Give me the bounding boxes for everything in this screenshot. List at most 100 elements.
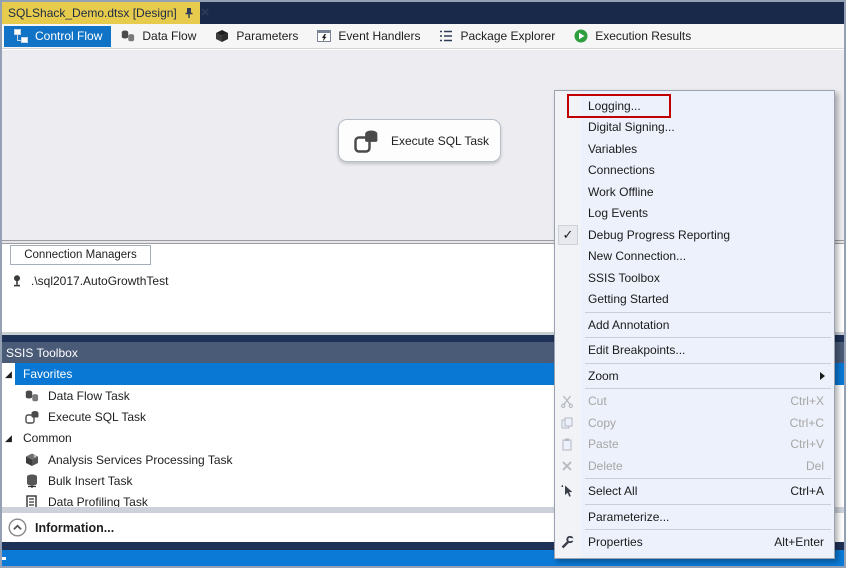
menu-item-log-events[interactable]: Log Events <box>555 203 834 225</box>
menu-item-shortcut: Ctrl+V <box>790 437 824 451</box>
menu-item-shortcut: Ctrl+X <box>790 394 824 408</box>
menu-item-label: Edit Breakpoints... <box>588 343 824 357</box>
expander-icon[interactable]: ◢ <box>5 434 18 443</box>
tab-event-handlers[interactable]: Event Handlers <box>307 26 429 47</box>
checkmark-icon: ✓ <box>558 225 578 245</box>
menu-item-select-all[interactable]: Select All Ctrl+A <box>555 481 834 503</box>
tab-label: Data Flow <box>142 29 196 43</box>
menu-item-label: Getting Started <box>588 292 824 306</box>
delete-icon <box>560 459 574 473</box>
menu-item-debug-progress-reporting[interactable]: ✓ Debug Progress Reporting <box>555 224 834 246</box>
menu-item-shortcut: Del <box>806 459 824 473</box>
menu-separator <box>585 363 831 364</box>
toolbox-item-label: Analysis Services Processing Task <box>48 453 233 467</box>
menu-item-label: Paste <box>588 437 790 451</box>
menu-item-label: Copy <box>588 416 790 430</box>
chevron-up-circle-icon[interactable] <box>8 518 27 537</box>
menu-item-label: Digital Signing... <box>588 120 824 134</box>
menu-item-variables[interactable]: Variables <box>555 138 834 160</box>
tab-package-explorer[interactable]: Package Explorer <box>429 26 564 47</box>
data-flow-task-icon <box>24 388 40 404</box>
menu-item-label: Variables <box>588 142 824 156</box>
context-menu: Logging... Digital Signing... Variables … <box>554 90 835 559</box>
menu-item-label: New Connection... <box>588 249 824 263</box>
menu-item-shortcut: Alt+Enter <box>774 535 824 549</box>
analysis-services-icon <box>24 452 40 468</box>
select-all-icon <box>560 484 574 498</box>
app-window: SQLShack_Demo.dtsx [Design] × Control Fl… <box>0 0 846 568</box>
ssis-toolbox-title: SSIS Toolbox <box>6 346 78 360</box>
menu-item-new-connection[interactable]: New Connection... <box>555 246 834 268</box>
toolbox-item-label: Bulk Insert Task <box>48 474 132 488</box>
tab-label: Control Flow <box>35 29 102 43</box>
tab-label: Execution Results <box>595 29 691 43</box>
menu-item-paste[interactable]: Paste Ctrl+V <box>555 434 834 456</box>
menu-item-copy[interactable]: Copy Ctrl+C <box>555 412 834 434</box>
menu-item-work-offline[interactable]: Work Offline <box>555 181 834 203</box>
tab-execution-results[interactable]: Execution Results <box>564 26 700 47</box>
toolbox-group-label: Favorites <box>18 367 72 381</box>
menu-item-ssis-toolbox[interactable]: SSIS Toolbox <box>555 267 834 289</box>
menu-item-digital-signing[interactable]: Digital Signing... <box>555 117 834 139</box>
document-tab[interactable]: SQLShack_Demo.dtsx [Design] × <box>2 2 200 24</box>
menu-item-label: SSIS Toolbox <box>588 271 824 285</box>
document-tab-title: SQLShack_Demo.dtsx [Design] <box>8 6 177 20</box>
connection-manager-label: .\sql2017.AutoGrowthTest <box>31 274 168 288</box>
tab-label: Event Handlers <box>338 29 420 43</box>
execute-sql-task-icon <box>24 409 40 425</box>
execute-sql-task-icon <box>352 127 380 155</box>
data-flow-icon <box>120 28 136 44</box>
menu-item-label: Properties <box>588 535 774 549</box>
submenu-arrow-icon <box>820 372 825 380</box>
menu-item-connections[interactable]: Connections <box>555 160 834 182</box>
event-handlers-icon <box>316 28 332 44</box>
scissors-icon <box>560 394 574 408</box>
document-tab-strip: SQLShack_Demo.dtsx [Design] × <box>2 2 844 24</box>
menu-separator <box>585 312 831 313</box>
menu-item-logging[interactable]: Logging... <box>555 95 834 117</box>
copy-icon <box>560 416 574 430</box>
menu-separator <box>585 504 831 505</box>
menu-item-edit-breakpoints[interactable]: Edit Breakpoints... <box>555 340 834 362</box>
package-explorer-icon <box>438 28 454 44</box>
tab-data-flow[interactable]: Data Flow <box>111 26 205 47</box>
menu-item-label: Work Offline <box>588 185 824 199</box>
tab-label: Package Explorer <box>460 29 555 43</box>
menu-item-zoom[interactable]: Zoom <box>555 365 834 387</box>
menu-item-shortcut: Ctrl+A <box>790 484 824 498</box>
menu-item-label: Connections <box>588 163 824 177</box>
menu-separator <box>585 388 831 389</box>
menu-item-label: Cut <box>588 394 790 408</box>
close-icon[interactable]: × <box>201 6 210 20</box>
menu-item-parameterize[interactable]: Parameterize... <box>555 506 834 528</box>
connection-managers-tab-label: Connection Managers <box>24 249 137 261</box>
connection-manager-item[interactable]: .\sql2017.AutoGrowthTest <box>10 274 168 288</box>
toolbox-item-label: Data Profiling Task <box>48 495 148 508</box>
menu-item-label: Select All <box>588 484 790 498</box>
information-label: Information... <box>35 521 114 535</box>
menu-item-delete[interactable]: Delete Del <box>555 455 834 477</box>
connection-icon <box>10 274 24 288</box>
tab-label: Parameters <box>236 29 298 43</box>
menu-item-label: Delete <box>588 459 806 473</box>
pin-icon[interactable] <box>183 6 195 20</box>
toolbox-group-label: Common <box>18 431 72 445</box>
menu-item-properties[interactable]: Properties Alt+Enter <box>555 532 834 554</box>
menu-item-getting-started[interactable]: Getting Started <box>555 289 834 311</box>
control-flow-icon <box>13 28 29 44</box>
toolbox-item-label: Data Flow Task <box>48 389 130 403</box>
menu-separator <box>585 529 831 530</box>
menu-item-label: Zoom <box>588 369 824 383</box>
execute-sql-task-node[interactable]: Execute SQL Task <box>338 119 501 162</box>
tab-control-flow[interactable]: Control Flow <box>4 26 111 47</box>
menu-item-add-annotation[interactable]: Add Annotation <box>555 314 834 336</box>
connection-managers-tab[interactable]: Connection Managers <box>10 245 151 265</box>
menu-item-label: Logging... <box>588 99 824 113</box>
menu-item-label: Debug Progress Reporting <box>588 228 824 242</box>
tab-parameters[interactable]: Parameters <box>205 26 307 47</box>
execution-results-icon <box>573 28 589 44</box>
menu-item-cut[interactable]: Cut Ctrl+X <box>555 391 834 413</box>
wrench-icon <box>560 535 574 549</box>
bulk-insert-icon <box>24 473 40 489</box>
data-profiling-icon <box>24 494 40 508</box>
